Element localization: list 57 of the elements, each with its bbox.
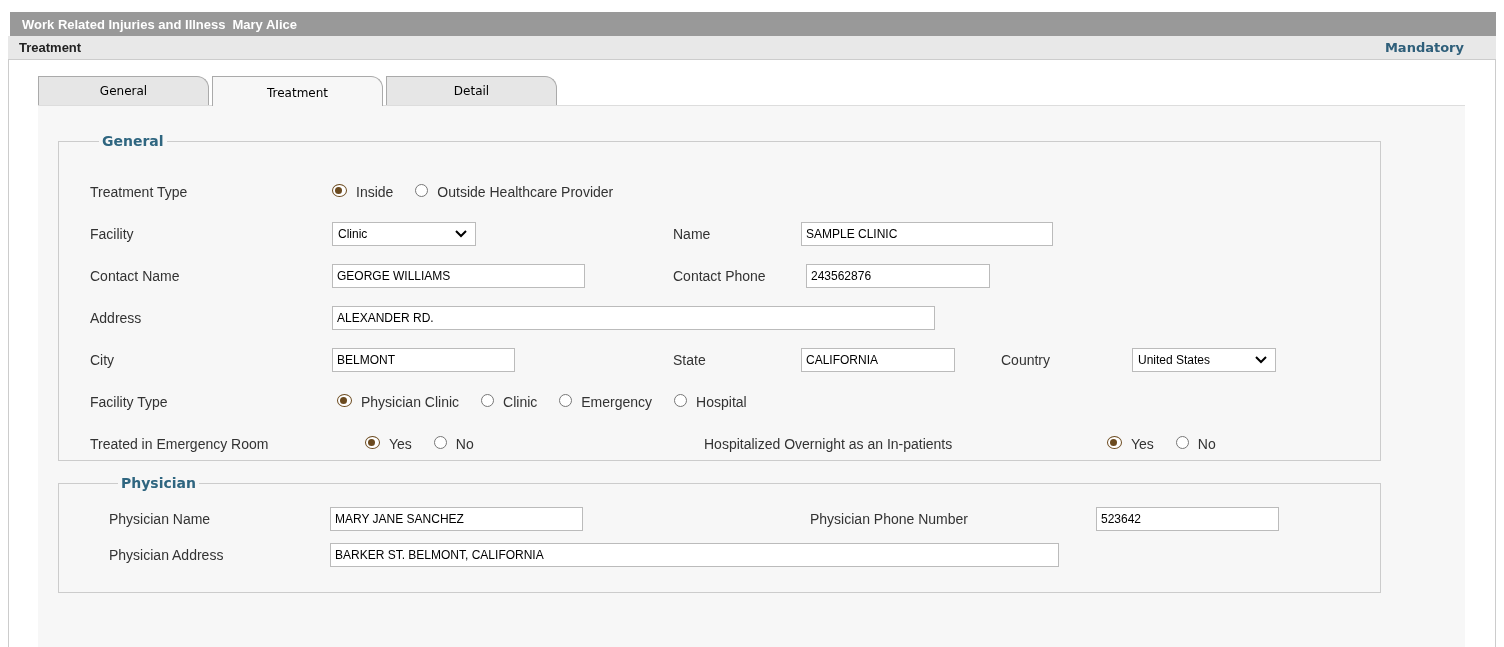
name-field[interactable]: SAMPLE CLINIC bbox=[801, 222, 1053, 246]
radio-label: No bbox=[1197, 436, 1216, 452]
section-title: Treatment bbox=[19, 40, 82, 55]
chevron-down-icon bbox=[455, 230, 467, 238]
radio-button[interactable] bbox=[1107, 435, 1122, 449]
state-field[interactable]: CALIFORNIA bbox=[801, 348, 955, 372]
radio-label: Emergency bbox=[581, 394, 653, 410]
city-field[interactable]: BELMONT bbox=[332, 348, 515, 372]
facility-dropdown[interactable]: Clinic bbox=[332, 222, 476, 246]
section-legend: Physician bbox=[118, 475, 199, 491]
field-label: Hospitalized Overnight as an In-patients bbox=[704, 436, 954, 452]
radio-button[interactable] bbox=[674, 393, 688, 407]
radio-label: Inside bbox=[356, 184, 394, 200]
field-label: Physician Address bbox=[109, 547, 225, 563]
radio-button[interactable] bbox=[559, 393, 573, 407]
field-label: Treated in Emergency Room bbox=[90, 436, 270, 452]
field-label: Address bbox=[90, 310, 143, 326]
radio-label: Yes bbox=[1131, 436, 1154, 452]
radio-button[interactable] bbox=[433, 435, 447, 449]
radio-label: Outside Healthcare Provider bbox=[437, 184, 614, 200]
mandatory-label: Mandatory bbox=[1384, 40, 1464, 55]
field-label: State bbox=[673, 352, 707, 368]
radio-button[interactable] bbox=[365, 435, 380, 449]
field-label: Contact Phone bbox=[673, 268, 767, 284]
radio-button[interactable] bbox=[337, 393, 352, 407]
tab[interactable]: Treatment bbox=[212, 76, 383, 106]
page-title: Work Related Injuries and Illness bbox=[22, 16, 226, 32]
field-label: Facility bbox=[90, 226, 135, 242]
country-dropdown[interactable]: United States bbox=[1132, 348, 1276, 372]
field-label: City bbox=[90, 352, 116, 368]
radio-label: Clinic bbox=[503, 394, 538, 410]
contact-phone-field[interactable]: 243562876 bbox=[806, 264, 990, 288]
radio-label: Hospital bbox=[696, 394, 747, 410]
radio-label: No bbox=[455, 436, 474, 452]
chevron-down-icon bbox=[1255, 356, 1267, 364]
field-label: Contact Name bbox=[90, 268, 181, 284]
field-label: Country bbox=[1001, 352, 1052, 368]
physician-address-field[interactable]: BARKER ST. BELMONT, CALIFORNIA bbox=[330, 543, 1059, 567]
tab[interactable]: Detail bbox=[386, 76, 557, 105]
field-label: Treatment Type bbox=[90, 184, 189, 200]
field-label: Name bbox=[673, 226, 712, 242]
field-label: Physician Phone Number bbox=[810, 511, 969, 527]
radio-label: Yes bbox=[389, 436, 412, 452]
tab[interactable]: General bbox=[38, 76, 209, 105]
field-label: Physician Name bbox=[109, 511, 212, 527]
radio-button[interactable] bbox=[1175, 435, 1189, 449]
physician-name-field[interactable]: MARY JANE SANCHEZ bbox=[330, 507, 583, 531]
radio-button[interactable] bbox=[332, 183, 347, 197]
radio-button[interactable] bbox=[415, 183, 429, 197]
contact-name-field[interactable]: GEORGE WILLIAMS bbox=[332, 264, 585, 288]
section-legend: General bbox=[99, 133, 167, 149]
radio-button[interactable] bbox=[481, 393, 495, 407]
address-field[interactable]: ALEXANDER RD. bbox=[332, 306, 935, 330]
field-label: Facility Type bbox=[90, 394, 169, 410]
employee-name: Mary Alice bbox=[232, 16, 298, 32]
radio-label: Physician Clinic bbox=[361, 394, 460, 410]
physician-phone-field[interactable]: 523642 bbox=[1096, 507, 1279, 531]
